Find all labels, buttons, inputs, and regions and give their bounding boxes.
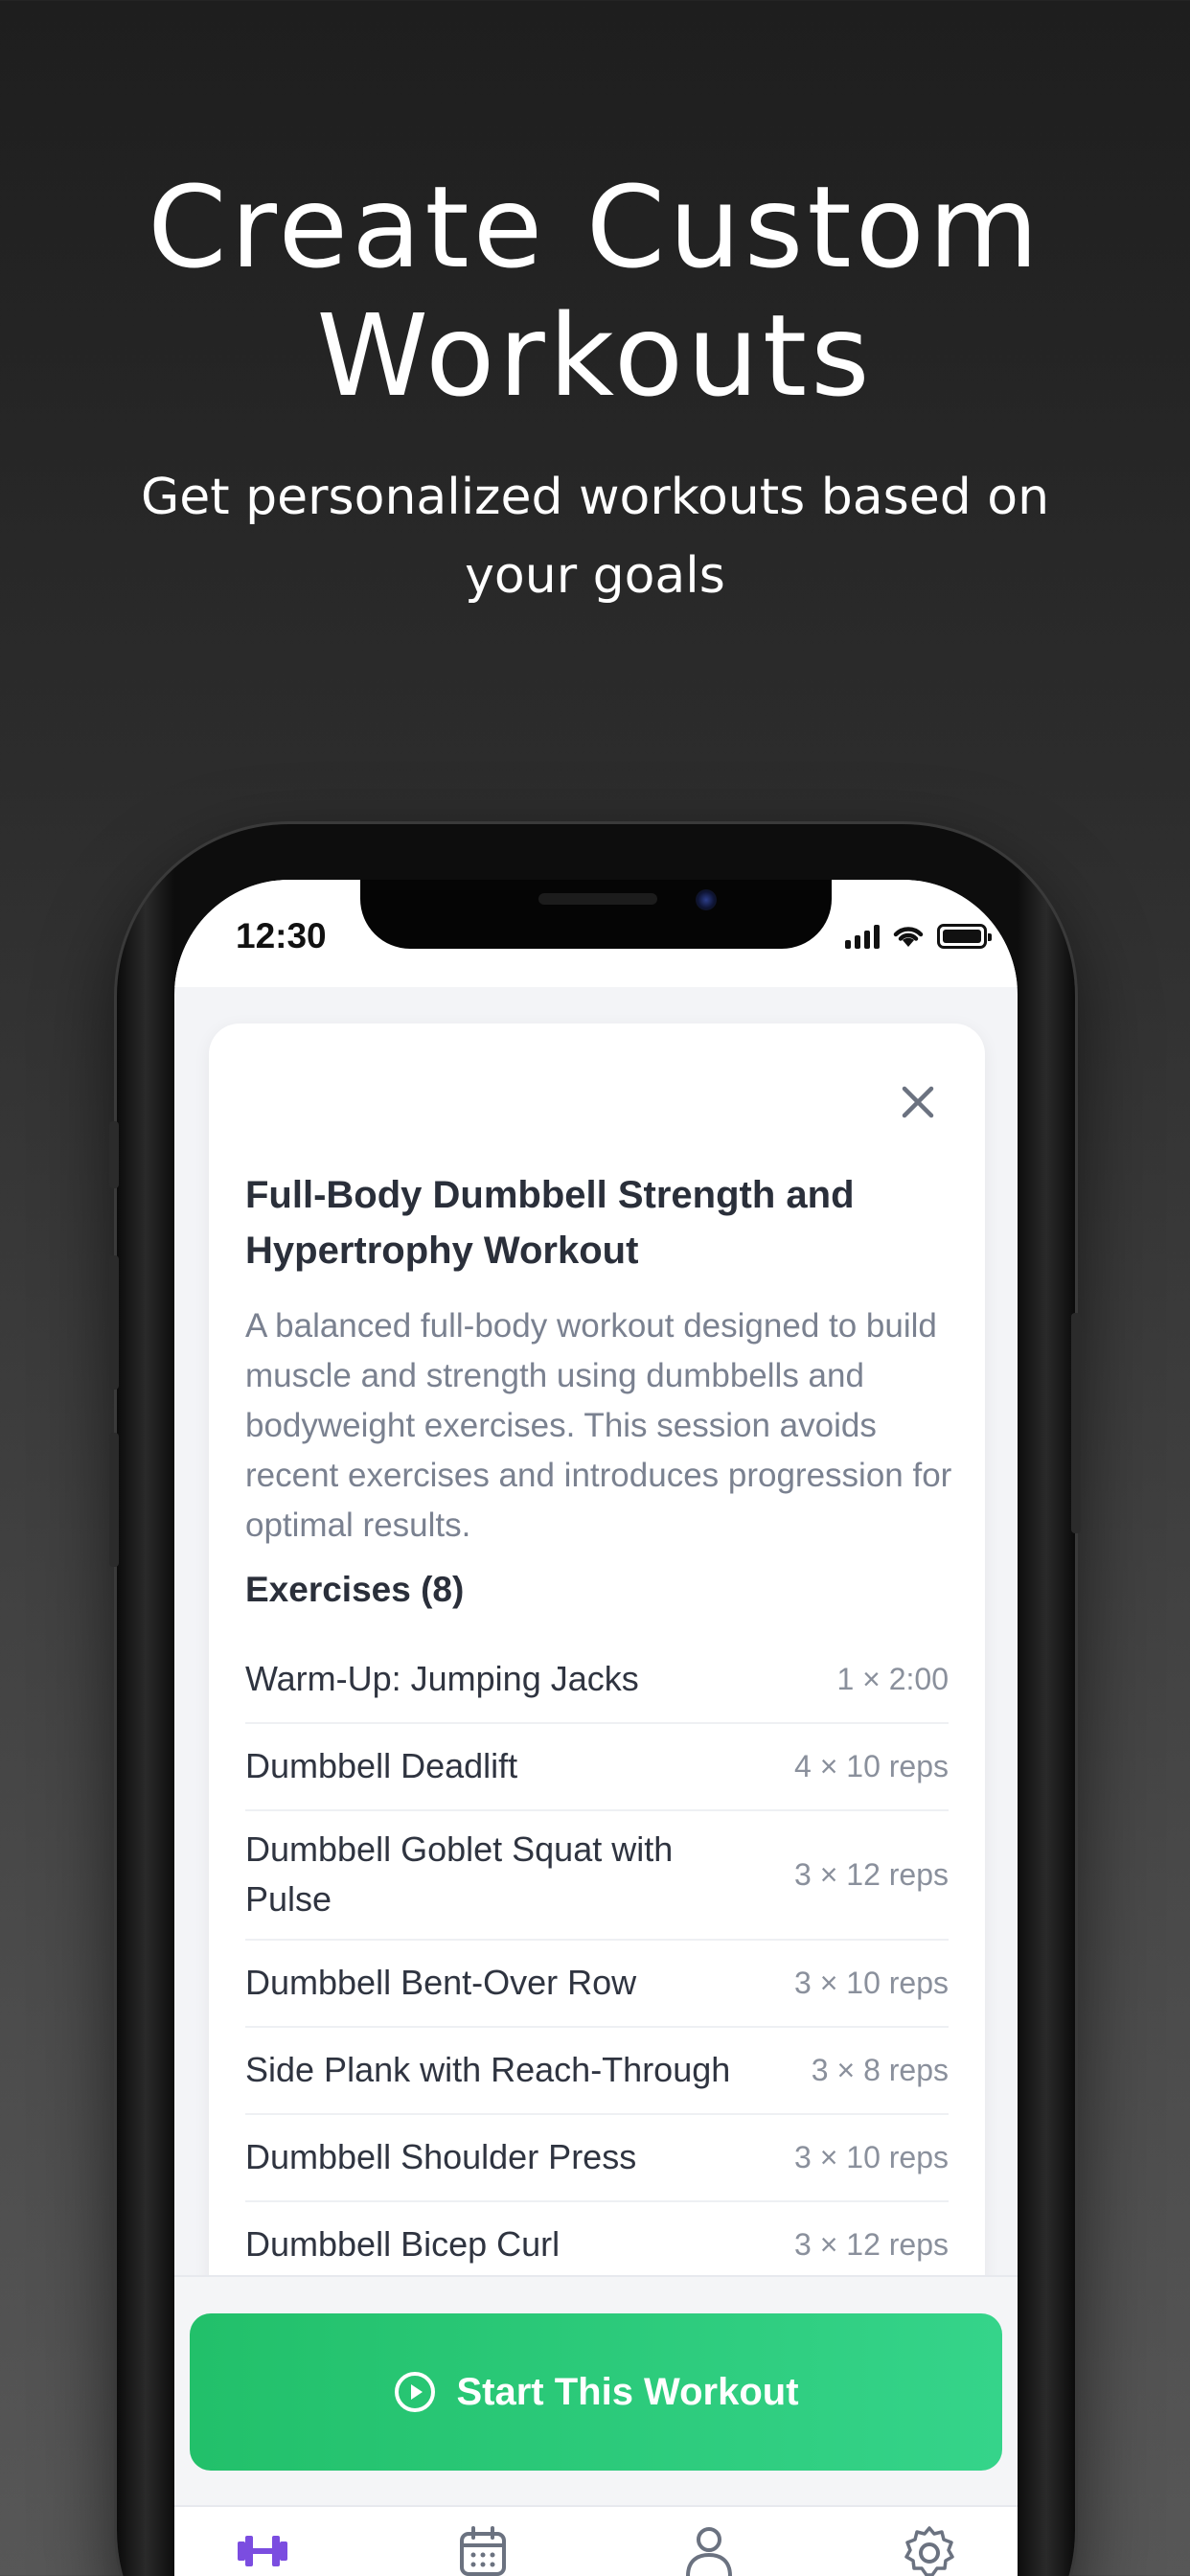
cellular-signal-icon bbox=[845, 924, 880, 949]
phone-mute-switch bbox=[109, 1121, 119, 1188]
hero-title: Create Custom Workouts bbox=[0, 163, 1190, 420]
status-bar: Workout 12:30 bbox=[174, 880, 1018, 987]
exercise-name: Dumbbell Bicep Curl bbox=[245, 2224, 561, 2264]
exercise-sets: 1 × 2:00 bbox=[836, 1661, 949, 1696]
hero-title-line-1: Create Custom bbox=[148, 161, 1042, 293]
profile-icon[interactable] bbox=[678, 2520, 740, 2576]
phone-power-button bbox=[1071, 1313, 1081, 1533]
exercise-name: Dumbbell Deadlift bbox=[245, 1746, 518, 1785]
phone-volume-down-button bbox=[109, 1433, 119, 1567]
phone-screen: Workout 12:30 Full-Body Dumbbell Strengt… bbox=[174, 880, 1018, 2576]
tab-bar bbox=[174, 2505, 1018, 2576]
dumbbell-icon[interactable] bbox=[232, 2520, 293, 2576]
exercise-sets: 3 × 8 reps bbox=[811, 2052, 949, 2087]
workout-description: A balanced full-body workout designed to… bbox=[245, 1307, 952, 1544]
workout-detail-card: Full-Body Dumbbell Strength and Hypertro… bbox=[209, 1024, 985, 2365]
notch-speaker bbox=[538, 893, 657, 905]
gear-icon[interactable] bbox=[899, 2520, 960, 2576]
battery-icon bbox=[937, 924, 992, 949]
exercise-name: Side Plank with Reach-Through bbox=[245, 2050, 731, 2089]
start-workout-label: Start This Workout bbox=[456, 2370, 799, 2413]
exercise-name: Dumbbell Shoulder Press bbox=[245, 2137, 637, 2176]
exercise-sets: 3 × 10 reps bbox=[794, 1965, 949, 2000]
exercise-list: Warm-Up: Jumping Jacks 1 × 2:00 Dumbbell… bbox=[245, 1637, 949, 2289]
exercise-sets: 4 × 10 reps bbox=[794, 1748, 949, 1783]
close-icon[interactable] bbox=[893, 1077, 943, 1127]
notch-camera bbox=[696, 889, 717, 910]
exercises-header: Exercises (8) bbox=[245, 1570, 465, 1609]
status-time: 12:30 bbox=[236, 916, 327, 955]
hero-subtitle-line-1: Get personalized workouts based on bbox=[140, 469, 1050, 526]
exercise-name: Dumbbell Bent-Over Row bbox=[245, 1963, 637, 2002]
exercise-row[interactable]: Side Plank with Reach-Through 3 × 8 reps bbox=[245, 2028, 949, 2115]
workout-title: Full-Body Dumbbell Strength and Hypertro… bbox=[245, 1174, 855, 1272]
calendar-icon[interactable] bbox=[452, 2520, 514, 2576]
action-bar: Start This Workout bbox=[174, 2275, 1018, 2505]
hero-subtitle-line-2: your goals bbox=[465, 547, 725, 605]
exercise-row[interactable]: Dumbbell Bent-Over Row 3 × 10 reps bbox=[245, 1941, 949, 2028]
exercise-name: Warm-Up: Jumping Jacks bbox=[245, 1659, 639, 1698]
exercise-row[interactable]: Dumbbell Shoulder Press 3 × 10 reps bbox=[245, 2115, 949, 2202]
exercise-row[interactable]: Dumbbell Goblet Squat with Pulse 3 × 12 … bbox=[245, 1811, 949, 1941]
phone-volume-up-button bbox=[109, 1255, 119, 1390]
start-workout-button[interactable]: Start This Workout bbox=[190, 2313, 1002, 2471]
exercise-sets: 3 × 12 reps bbox=[794, 2226, 949, 2262]
exercise-row[interactable]: Warm-Up: Jumping Jacks 1 × 2:00 bbox=[245, 1637, 949, 1724]
phone-notch bbox=[360, 880, 832, 949]
wifi-icon bbox=[893, 927, 924, 947]
exercise-name: Dumbbell Goblet Squat with Pulse bbox=[245, 1829, 674, 1919]
hero-subtitle: Get personalized workouts based on your … bbox=[96, 458, 1094, 615]
exercise-row[interactable]: Dumbbell Deadlift 4 × 10 reps bbox=[245, 1724, 949, 1811]
status-icons bbox=[845, 922, 992, 949]
play-circle-icon bbox=[395, 2372, 436, 2412]
exercise-sets: 3 × 12 reps bbox=[794, 1856, 949, 1892]
hero-title-line-2: Workouts bbox=[316, 289, 874, 422]
exercise-sets: 3 × 10 reps bbox=[794, 2139, 949, 2174]
